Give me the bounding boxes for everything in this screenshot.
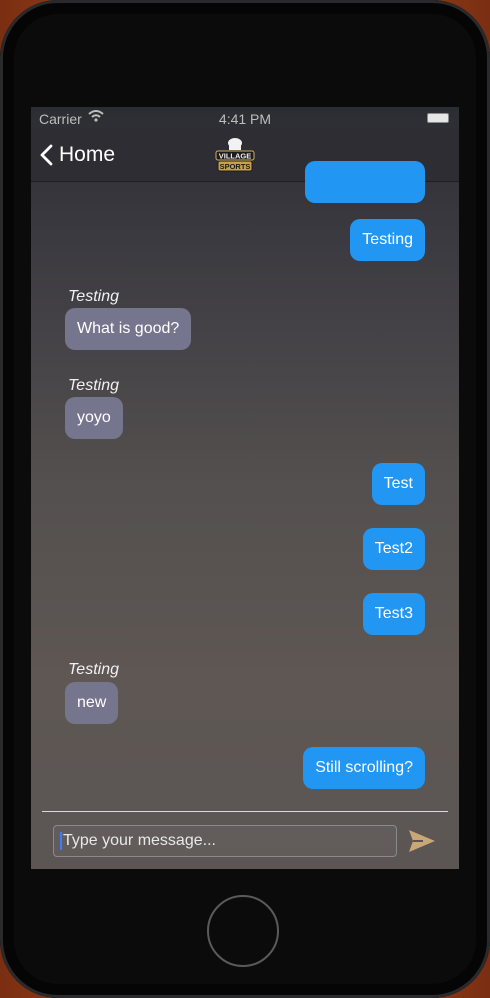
message-bubble-outgoing[interactable]: Testing [350, 219, 425, 261]
message-bubble-incoming[interactable]: new [65, 682, 119, 724]
sender-name: Testing [68, 288, 119, 305]
back-label: Home [59, 143, 116, 166]
message-bubble-incoming[interactable]: yoyo [65, 397, 123, 439]
message-bubble-outgoing[interactable]: Test [371, 463, 425, 505]
message-bubble-outgoing[interactable]: Test2 [362, 528, 425, 570]
message-bubble-outgoing-partial[interactable] [305, 161, 425, 203]
home-button[interactable] [207, 895, 279, 967]
logo-text-top: VILLAGE [219, 152, 252, 161]
message-input[interactable]: Type your message... [53, 825, 397, 857]
message-bubble-outgoing[interactable]: Test3 [362, 593, 425, 635]
sender-name: Testing [68, 377, 119, 394]
text-caret [60, 831, 62, 850]
chevron-left-icon [40, 144, 53, 166]
status-bar: Carrier 4:41 PM [31, 107, 459, 129]
message-input-placeholder: Type your message... [63, 832, 216, 849]
message-bubble-incoming[interactable]: What is good? [65, 308, 192, 350]
logo-text-bottom: SPORTS [220, 162, 251, 171]
sender-name: Testing [68, 661, 119, 678]
battery-icon [427, 113, 449, 123]
message-bubble-outgoing[interactable]: Still scrolling? [303, 747, 425, 789]
composer-divider [42, 811, 448, 812]
send-icon[interactable] [407, 827, 437, 855]
village-sports-logo: VILLAGE SPORTS [215, 138, 255, 172]
chat-screen: Carrier 4:41 PM Home VILLAGE SPORTS Test… [31, 107, 459, 869]
back-button[interactable]: Home [39, 141, 115, 169]
status-time: 4:41 PM [218, 111, 272, 127]
phone-frame: Carrier 4:41 PM Home VILLAGE SPORTS Test… [0, 0, 490, 998]
